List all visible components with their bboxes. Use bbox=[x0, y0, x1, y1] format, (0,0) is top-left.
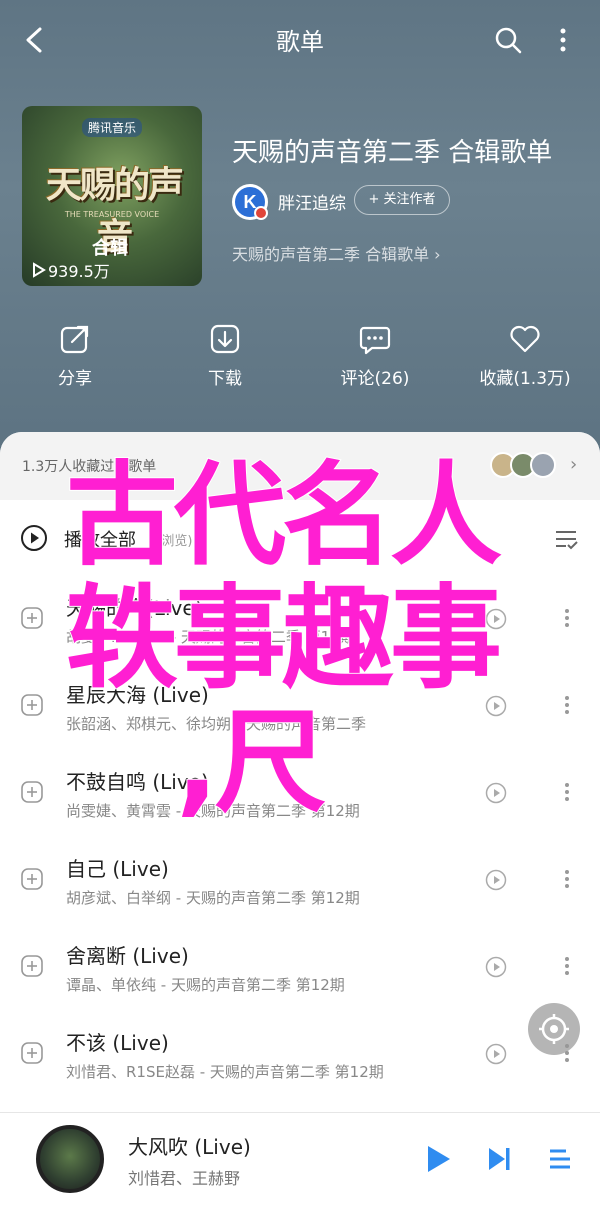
song-row[interactable]: 星辰大海 (Live) 张韶涵、郑棋元、徐均朔 - 天赐的声音第二季 bbox=[0, 663, 600, 750]
now-playing-artist: 刘惜君、王赫野 bbox=[128, 1169, 241, 1188]
song-title: 星辰大海 (Live) bbox=[66, 683, 209, 707]
song-title: 不该 (Live) bbox=[66, 1031, 169, 1055]
favorites-row[interactable]: 1.3万人收藏过该歌单 › bbox=[0, 432, 600, 500]
creator-name[interactable]: 胖汪追综 bbox=[278, 189, 346, 214]
now-playing-title: 大风吹 (Live) bbox=[128, 1135, 251, 1159]
share-button[interactable]: 分享 bbox=[10, 322, 140, 389]
song-more-icon[interactable] bbox=[560, 693, 574, 717]
share-icon bbox=[60, 325, 89, 354]
favorite-button[interactable]: 收藏(1.3万) bbox=[460, 322, 590, 389]
top-bar: 歌单 bbox=[0, 0, 600, 80]
mini-player[interactable]: 大风吹 (Live) 刘惜君、王赫野 bbox=[0, 1112, 600, 1210]
creator-avatar[interactable]: K bbox=[232, 184, 268, 220]
favorites-text: 1.3万人收藏过该歌单 bbox=[22, 459, 157, 475]
add-to-playlist-icon[interactable] bbox=[20, 780, 44, 804]
song-title: 舍离断 (Live) bbox=[66, 944, 189, 968]
song-list-panel: 1.3万人收藏过该歌单 › 播放全部 (5浏览) 天赐的声(Live) 胡夏、NE… bbox=[0, 432, 600, 1112]
song-meta: 刘惜君、R1SE赵磊 - 天赐的声音第二季 第12期 bbox=[66, 1063, 384, 1081]
download-icon bbox=[210, 324, 240, 354]
search-icon[interactable] bbox=[492, 24, 524, 56]
album-description[interactable]: 天赐的声音第二季 合辑歌单 › bbox=[232, 241, 441, 265]
mv-play-icon[interactable] bbox=[485, 1043, 507, 1065]
favorite-users bbox=[490, 452, 570, 480]
cover-subtitle: THE TREASURED VOICE bbox=[64, 210, 160, 219]
mv-play-icon[interactable] bbox=[485, 608, 507, 630]
song-meta: 尚雯婕、黄霄雲 - 天赐的声音第二季 第12期 bbox=[66, 802, 360, 820]
cover-logo: 腾讯音乐 bbox=[82, 118, 143, 137]
song-more-icon[interactable] bbox=[560, 954, 574, 978]
play-all-row[interactable]: 播放全部 (5浏览) bbox=[0, 500, 600, 576]
song-more-icon[interactable] bbox=[560, 606, 574, 630]
floating-action-button[interactable] bbox=[528, 1003, 580, 1055]
download-button[interactable]: 下载 bbox=[160, 322, 290, 389]
song-title: 自己 (Live) bbox=[66, 857, 169, 881]
album-title: 天赐的声音第二季 合辑歌单 bbox=[232, 138, 553, 168]
song-more-icon[interactable] bbox=[560, 780, 574, 804]
multi-select-icon[interactable] bbox=[553, 526, 579, 552]
mv-play-icon[interactable] bbox=[485, 695, 507, 717]
cover-tag: 合辑 bbox=[92, 238, 128, 259]
add-to-playlist-icon[interactable] bbox=[20, 1041, 44, 1065]
song-meta: 张韶涵、郑棋元、徐均朔 - 天赐的声音第二季 bbox=[66, 715, 366, 733]
mv-play-icon[interactable] bbox=[485, 956, 507, 978]
play-all-count: (5浏览) bbox=[148, 534, 193, 549]
heart-icon bbox=[510, 325, 540, 353]
target-icon bbox=[539, 1014, 569, 1044]
play-all-label: 播放全部 bbox=[64, 530, 136, 551]
add-to-playlist-icon[interactable] bbox=[20, 867, 44, 891]
mv-play-icon[interactable] bbox=[485, 782, 507, 804]
song-row[interactable]: 舍离断 (Live) 谭晶、单依纯 - 天赐的声音第二季 第12期 bbox=[0, 924, 600, 1011]
more-vertical-icon[interactable] bbox=[553, 24, 573, 56]
album-cover[interactable]: 腾讯音乐 天赐的声音 THE TREASURED VOICE 合辑 939.5万 bbox=[22, 106, 202, 286]
playlist-icon[interactable] bbox=[548, 1145, 572, 1173]
next-track-icon[interactable] bbox=[486, 1145, 512, 1173]
chevron-right-icon: › bbox=[570, 454, 578, 475]
play-icon[interactable] bbox=[424, 1143, 452, 1175]
song-title: 不鼓自鸣 (Live) bbox=[66, 770, 209, 794]
song-meta: 胡夏、NEOMS - 天赐的声音第二季 第12期 bbox=[66, 628, 355, 646]
avatar bbox=[530, 452, 556, 478]
song-more-icon[interactable] bbox=[560, 867, 574, 891]
follow-button[interactable]: + 关注作者 bbox=[354, 185, 450, 215]
song-row[interactable]: 自己 (Live) 胡彦斌、白举纲 - 天赐的声音第二季 第12期 bbox=[0, 837, 600, 924]
action-bar: 分享 下载 评论(26) 收藏(1.3万) bbox=[0, 322, 600, 402]
song-meta: 谭晶、单依纯 - 天赐的声音第二季 第12期 bbox=[66, 976, 345, 994]
play-outline-icon bbox=[33, 262, 46, 278]
add-to-playlist-icon[interactable] bbox=[20, 693, 44, 717]
song-meta: 胡彦斌、白举纲 - 天赐的声音第二季 第12期 bbox=[66, 889, 360, 907]
add-to-playlist-icon[interactable] bbox=[20, 954, 44, 978]
comment-icon bbox=[359, 326, 391, 355]
song-row[interactable]: 天赐的声(Live) 胡夏、NEOMS - 天赐的声音第二季 第12期 bbox=[0, 576, 600, 663]
now-playing-art[interactable] bbox=[36, 1125, 104, 1193]
add-to-playlist-icon[interactable] bbox=[20, 606, 44, 630]
song-title: 天赐的声(Live) bbox=[66, 596, 203, 620]
play-circle-icon[interactable] bbox=[20, 524, 48, 552]
play-count: 939.5万 bbox=[32, 258, 110, 282]
creator-badge-icon bbox=[254, 206, 268, 220]
song-row[interactable]: 不鼓自鸣 (Live) 尚雯婕、黄霄雲 - 天赐的声音第二季 第12期 bbox=[0, 750, 600, 837]
comment-button[interactable]: 评论(26) bbox=[310, 322, 440, 389]
song-row[interactable]: 不该 (Live) 刘惜君、R1SE赵磊 - 天赐的声音第二季 第12期 bbox=[0, 1011, 600, 1098]
mv-play-icon[interactable] bbox=[485, 869, 507, 891]
